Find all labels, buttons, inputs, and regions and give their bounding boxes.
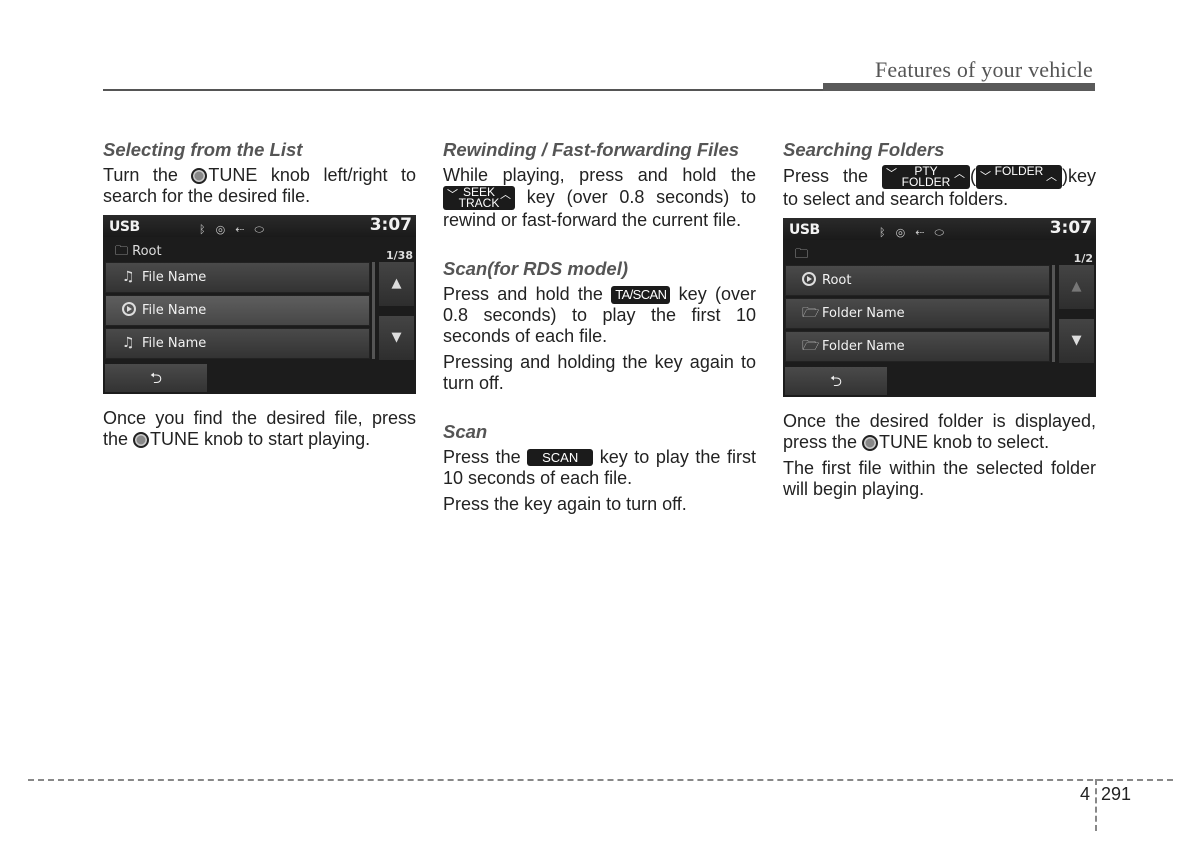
paragraph-scan: Press the SCAN key to play the first 10 … (443, 447, 756, 489)
column-selecting-list: Selecting from the List Turn the TUNE kn… (103, 139, 416, 455)
clock: 3:07 (1049, 218, 1092, 238)
play-icon (122, 302, 136, 316)
heading-selecting-list: Selecting from the List (103, 139, 303, 160)
tune-knob-icon (133, 432, 150, 448)
footer-divider (1095, 779, 1097, 831)
scroll-up-button[interactable]: ▲ (1059, 265, 1094, 309)
paragraph-scan-rds: Press and hold the TA/SCAN key (over 0.8… (443, 284, 756, 347)
column-searching-folders: Searching Folders Press the ﹀ PTY FOLDER ︿(… (783, 139, 1096, 505)
list-item[interactable]: Root (785, 265, 1050, 296)
heading-scan: Scan (443, 421, 488, 442)
list-item-label: File Name (142, 336, 207, 351)
folder-icon: 🗁 (802, 338, 820, 354)
heading-rewind: Rewinding / Fast-forwarding Files (443, 139, 740, 160)
paragraph-rewind: While playing, press and hold the ﹀ SEEK T… (443, 165, 756, 231)
paragraph-folder-keys: Press the ﹀ PTY FOLDER ︿(﹀ FOLDER ︿)key to se… (783, 164, 1096, 210)
text: Press and hold the (443, 284, 612, 304)
text: Press the (443, 447, 528, 467)
path-label: Root (132, 244, 162, 259)
music-note-icon: ♫ (122, 269, 135, 285)
clock: 3:07 (369, 215, 412, 235)
folder-list-screen: USB ᛒ ◎ ⇠ ⬭ 3:07 🗀 1/2 Root 🗁 Folder Name 🗁 F… (783, 218, 1096, 397)
list-item-label: File Name (142, 270, 207, 285)
list-item-label: Root (822, 273, 852, 288)
ta-scan-key: TA/SCAN (611, 286, 671, 304)
disc-icon: ◎ (215, 223, 226, 236)
scroll-up-button[interactable]: ▲ (379, 262, 414, 306)
key-label-bottom: FOLDER (901, 175, 951, 189)
list-item-selected[interactable]: File Name (105, 295, 370, 326)
battery-icon: ⬭ (934, 226, 944, 239)
text: TUNE knob to select. (879, 432, 1050, 452)
usb-icon: ⇠ (235, 223, 245, 236)
header-rule (103, 89, 823, 91)
header-rule-accent (823, 83, 1095, 91)
seek-track-key: ﹀ SEEK TRACK ︿ (443, 186, 515, 210)
folder-icon: 🗁 (802, 305, 820, 321)
paragraph-folder-play: The first file within the selected folde… (783, 458, 1096, 499)
paragraph-start-playing: Once you find the desired file, press th… (103, 408, 416, 450)
chapter-number: 4 (1080, 784, 1091, 804)
scrollbar[interactable] (1052, 265, 1055, 362)
list-item-label: Folder Name (822, 339, 905, 354)
back-arrow-icon: ⮌ (829, 372, 842, 390)
scroll-down-button[interactable]: ▼ (379, 316, 414, 360)
back-button[interactable]: ⮌ (785, 367, 887, 395)
battery-icon: ⬭ (254, 223, 264, 236)
bluetooth-icon: ᛒ (199, 223, 206, 236)
text: Press the (783, 165, 882, 186)
source-label: USB (109, 219, 140, 235)
paragraph-folder-select: Once the desired folder is displayed, pr… (783, 411, 1096, 453)
heading-scan-rds: Scan(for RDS model) (443, 258, 629, 279)
column-rewind-scan: Rewinding / Fast-forwarding Files While … (443, 139, 756, 520)
text: TUNE knob to start playing. (150, 429, 371, 449)
status-icons: ᛒ ◎ ⇠ ⬭ (199, 219, 274, 240)
tune-knob-icon (191, 168, 208, 184)
play-icon (802, 272, 816, 286)
list-item-label: File Name (142, 303, 207, 318)
file-list-screen: USB ᛒ ◎ ⇠ ⬭ 3:07 🗀 Root 1/38 ♫ File Name Fil… (103, 215, 416, 394)
footer-rule (28, 779, 1173, 781)
paragraph-turn-tune: Turn the TUNE knob left/right to search … (103, 165, 416, 207)
list-item[interactable]: ♫ File Name (105, 262, 370, 293)
folder-path: 🗀 Root (115, 241, 162, 262)
section-title: Features of your vehicle (874, 57, 1093, 82)
paragraph-scan-off: Press the key again to turn off. (443, 494, 687, 514)
usb-icon: ⇠ (915, 226, 925, 239)
chevron-up-icon: ︿ (500, 189, 511, 201)
arrow-up-icon: ▲ (391, 276, 402, 291)
heading-searching-folders: Searching Folders (783, 139, 945, 160)
list-item[interactable]: 🗁 Folder Name (785, 331, 1050, 362)
arrow-down-icon: ▼ (1071, 333, 1082, 348)
scroll-down-button[interactable]: ▼ (1059, 319, 1094, 363)
paragraph-scan-rds-off: Pressing and holding the key again to tu… (443, 352, 756, 393)
list-item[interactable]: 🗁 Folder Name (785, 298, 1050, 329)
disc-icon: ◎ (895, 226, 906, 239)
folder-icon: 🗀 (115, 244, 129, 259)
text: Turn the (103, 165, 192, 185)
key-label-bottom: TRACK (458, 196, 500, 210)
arrow-down-icon: ▼ (391, 330, 402, 345)
chevron-up-icon: ︿ (1045, 171, 1057, 183)
back-button[interactable]: ⮌ (105, 364, 207, 392)
chevron-up-icon: ︿ (953, 168, 965, 180)
page-number: 291 (1101, 784, 1132, 804)
list-item[interactable]: ♫ File Name (105, 328, 370, 359)
tune-knob-icon (862, 435, 879, 451)
scrollbar[interactable] (372, 262, 375, 359)
folder-key: ﹀ FOLDER ︿ (975, 164, 1062, 189)
source-label: USB (789, 222, 820, 238)
list-item-label: Folder Name (822, 306, 905, 321)
music-note-icon: ♫ (122, 335, 135, 351)
pty-folder-key: ﹀ PTY FOLDER ︿ (881, 165, 970, 189)
back-arrow-icon: ⮌ (149, 369, 162, 387)
status-icons: ᛒ ◎ ⇠ ⬭ (879, 222, 954, 243)
bluetooth-icon: ᛒ (879, 226, 886, 239)
folder-icon: 🗀 (795, 247, 809, 262)
folder-path: 🗀 (795, 244, 808, 265)
text: While playing, press and hold the (443, 165, 756, 185)
scan-key: SCAN (527, 449, 594, 466)
arrow-up-icon: ▲ (1071, 279, 1082, 294)
